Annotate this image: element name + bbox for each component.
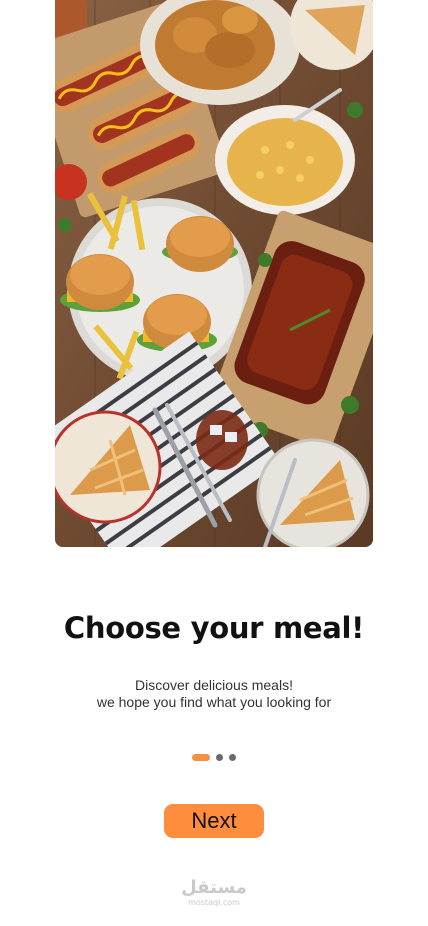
food-illustration <box>55 0 373 547</box>
page-indicator <box>192 754 236 761</box>
onboarding-subtitle: Discover delicious meals! we hope you fi… <box>0 677 428 711</box>
hero-food-image <box>55 0 373 547</box>
next-button[interactable]: Next <box>164 804 264 838</box>
watermark-domain: mostaql.com <box>188 898 240 907</box>
subtitle-line-1: Discover delicious meals! <box>135 677 293 693</box>
watermark-logo-text: مستقل <box>181 877 247 898</box>
page-indicator-dot-active[interactable] <box>192 754 210 761</box>
page-indicator-dot[interactable] <box>229 754 236 761</box>
subtitle-line-2: we hope you find what you looking for <box>96 694 332 710</box>
onboarding-title: Choose your meal! <box>63 611 365 645</box>
mostaql-watermark: مستقل mostaql.com <box>176 877 252 908</box>
page-indicator-dot[interactable] <box>216 754 223 761</box>
